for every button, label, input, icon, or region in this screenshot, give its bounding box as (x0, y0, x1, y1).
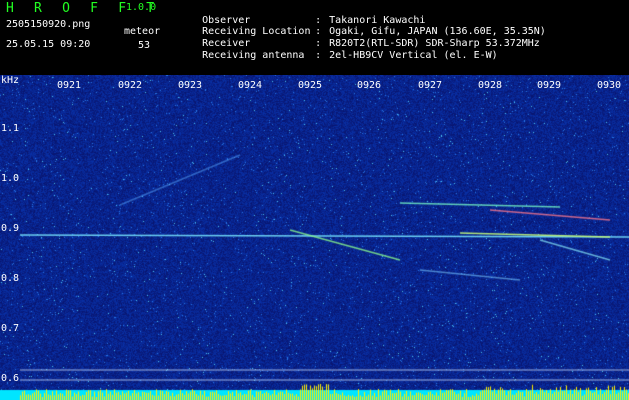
y-tick-label: 0.9 (1, 223, 20, 234)
info-antenna: Receiving antenna:2el-HB9CV Vertical (el… (178, 41, 498, 71)
y-tick-label: 0.7 (1, 323, 20, 334)
hrofft-window: H R O F F T 1.0.0 2505150920.png 25.05.1… (0, 0, 629, 400)
x-tick-label: 0924 (238, 80, 263, 91)
x-tick-label: 0928 (478, 80, 503, 91)
x-tick-label: 0923 (178, 80, 203, 91)
x-tick-label: 0930 (597, 80, 622, 91)
y-tick-label: 0.8 (1, 273, 20, 284)
x-tick-label: 0927 (418, 80, 443, 91)
info-key: Receiving antenna (202, 50, 305, 61)
x-tick-label: 0929 (537, 80, 562, 91)
spectrogram (0, 75, 629, 400)
meteor-count: 53 (138, 40, 151, 51)
y-tick-label: 1.1 (1, 123, 20, 134)
capture-datetime: 25.05.15 09:20 (6, 39, 91, 50)
info-sep: : (315, 50, 322, 61)
x-tick-label: 0926 (357, 80, 382, 91)
info-value: 2el-HB9CV Vertical (el. E-W) (329, 50, 498, 61)
y-tick-label: 0.6 (1, 373, 20, 384)
meteor-label: meteor (124, 26, 161, 37)
y-tick-label: 1.0 (1, 173, 20, 184)
y-axis-unit: kHz (1, 75, 20, 86)
app-version: 1.0.0 (126, 2, 157, 13)
x-tick-label: 0922 (118, 80, 143, 91)
x-tick-label: 0921 (57, 80, 82, 91)
file-name: 2505150920.png (6, 19, 91, 30)
x-tick-label: 0925 (298, 80, 323, 91)
